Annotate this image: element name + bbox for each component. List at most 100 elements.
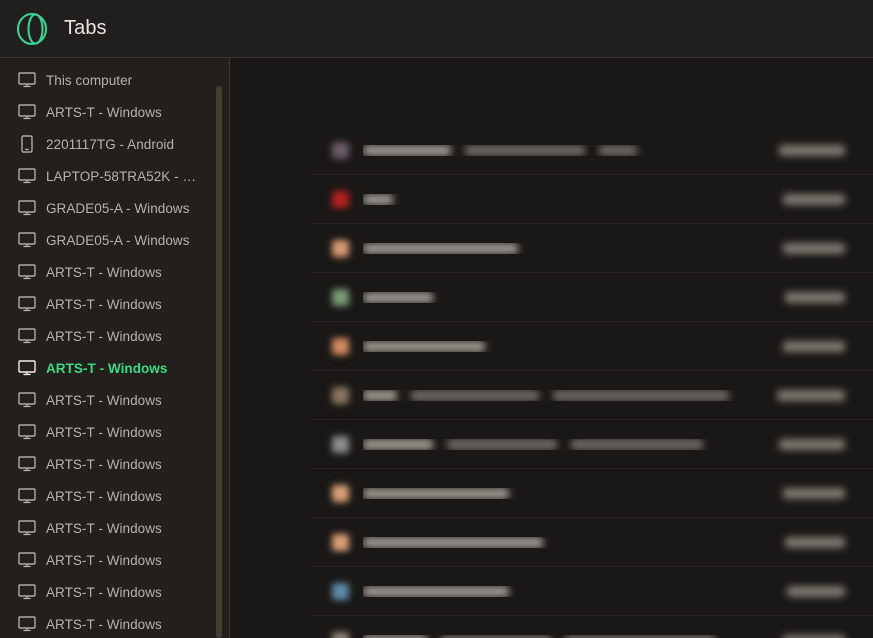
sidebar-item-desktop-16[interactable]: ARTS-T - Windows [0, 576, 229, 608]
blurred-text-segment [787, 585, 845, 597]
tab-title-blurred [363, 144, 755, 156]
sidebar-item-desktop-7[interactable]: ARTS-T - Windows [0, 288, 229, 320]
page-title: Tabs [64, 17, 107, 39]
sidebar-scrollbar[interactable] [216, 86, 222, 638]
sidebar-item-desktop-12[interactable]: ARTS-T - Windows [0, 448, 229, 480]
favicon-icon [332, 337, 349, 355]
favicon-icon [332, 190, 349, 208]
tab-row[interactable] [310, 567, 873, 616]
sidebar-item-label: ARTS-T - Windows [46, 616, 162, 632]
sidebar-item-desktop-6[interactable]: ARTS-T - Windows [0, 256, 229, 288]
opera-o-logo-icon [14, 11, 50, 47]
blurred-text-segment [363, 242, 518, 254]
phone-icon [16, 133, 38, 155]
blurred-text-segment [599, 144, 637, 156]
sidebar-item-desktop-14[interactable]: ARTS-T - Windows [0, 512, 229, 544]
favicon-icon [332, 386, 349, 404]
tab-timestamp-blurred [755, 389, 845, 401]
sidebar-item-desktop-13[interactable]: ARTS-T - Windows [0, 480, 229, 512]
favicon-icon [332, 582, 349, 600]
tab-row[interactable] [310, 273, 873, 322]
tab-row[interactable] [310, 518, 873, 567]
tab-row[interactable] [310, 175, 873, 224]
monitor-icon [16, 421, 38, 443]
tab-row[interactable] [310, 616, 873, 638]
sidebar-item-desktop-9[interactable]: ARTS-T - Windows [0, 352, 229, 384]
monitor-icon [16, 165, 38, 187]
monitor-icon [16, 613, 38, 635]
sidebar-item-label: GRADE05-A - Windows [46, 200, 190, 216]
blurred-text-segment [363, 340, 485, 352]
blurred-text-segment [565, 634, 715, 638]
window-body: This computer ARTS-T - Windows 2201117TG -… [0, 58, 873, 638]
sidebar-item-label: ARTS-T - Windows [46, 520, 162, 536]
tab-timestamp-blurred [755, 487, 845, 499]
tab-timestamp-blurred [755, 438, 845, 450]
monitor-icon [16, 69, 38, 91]
blurred-text-segment [363, 438, 433, 450]
sidebar-item-desktop-11[interactable]: ARTS-T - Windows [0, 416, 229, 448]
tab-title-blurred [363, 242, 755, 254]
monitor-icon [16, 325, 38, 347]
tab-timestamp-blurred [755, 340, 845, 352]
devices-sidebar: This computer ARTS-T - Windows 2201117TG -… [0, 58, 230, 638]
sidebar-item-desktop-15[interactable]: ARTS-T - Windows [0, 544, 229, 576]
sidebar-item-desktop-5[interactable]: GRADE05-A - Windows [0, 224, 229, 256]
blurred-text-segment [783, 193, 845, 205]
opera-tabs-window: Tabs This computer ARTS-T - Windows 220111… [0, 0, 873, 638]
blurred-text-segment [363, 536, 543, 548]
sidebar-item-desktop-10[interactable]: ARTS-T - Windows [0, 384, 229, 416]
sidebar-item-desktop-3[interactable]: LAPTOP-58TRA52K - Wi... [0, 160, 229, 192]
blurred-text-segment [783, 340, 845, 352]
tab-title-blurred [363, 634, 755, 638]
sidebar-item-desktop-0[interactable]: This computer [0, 64, 229, 96]
sidebar-item-desktop-8[interactable]: ARTS-T - Windows [0, 320, 229, 352]
monitor-icon [16, 229, 38, 251]
tab-row[interactable] [310, 224, 873, 273]
sidebar-item-label: ARTS-T - Windows [46, 328, 162, 344]
sidebar-item-label: ARTS-T - Windows [46, 552, 162, 568]
favicon-icon [332, 484, 349, 502]
tab-row[interactable] [310, 322, 873, 371]
tab-row[interactable] [310, 420, 873, 469]
blurred-text-segment [571, 438, 703, 450]
tab-title-blurred [363, 536, 755, 548]
favicon-icon [332, 533, 349, 551]
tab-timestamp-blurred [755, 242, 845, 254]
blurred-text-segment [465, 144, 585, 156]
tab-timestamp-blurred [755, 144, 845, 156]
blurred-text-segment [783, 487, 845, 499]
tab-title-blurred [363, 193, 755, 205]
tab-row[interactable] [310, 126, 873, 175]
sidebar-item-desktop-17[interactable]: ARTS-T - Windows [0, 608, 229, 638]
blurred-text-segment [783, 634, 845, 638]
blurred-text-segment [447, 438, 557, 450]
monitor-icon [16, 293, 38, 315]
monitor-icon [16, 485, 38, 507]
favicon-icon [332, 631, 349, 638]
sidebar-item-mobile-2[interactable]: 2201117TG - Android [0, 128, 229, 160]
sidebar-item-label: ARTS-T - Windows [46, 296, 162, 312]
tab-timestamp-blurred [755, 291, 845, 303]
blurred-text-segment [785, 291, 845, 303]
blurred-text-segment [777, 389, 845, 401]
tab-title-blurred [363, 438, 755, 450]
window-header: Tabs [0, 0, 873, 58]
tab-timestamp-blurred [755, 193, 845, 205]
tab-title-blurred [363, 291, 755, 303]
sidebar-item-label: This computer [46, 72, 133, 88]
sidebar-item-label: LAPTOP-58TRA52K - Wi... [46, 168, 204, 184]
monitor-icon [16, 101, 38, 123]
monitor-icon [16, 549, 38, 571]
monitor-icon [16, 453, 38, 475]
sidebar-item-desktop-4[interactable]: GRADE05-A - Windows [0, 192, 229, 224]
sidebar-item-label: ARTS-T - Windows [46, 264, 162, 280]
tab-list [310, 126, 873, 638]
tab-row[interactable] [310, 469, 873, 518]
sidebar-item-desktop-1[interactable]: ARTS-T - Windows [0, 96, 229, 128]
tab-row[interactable] [310, 371, 873, 420]
blurred-text-segment [441, 634, 551, 638]
blurred-text-segment [363, 193, 393, 205]
sidebar-item-label: 2201117TG - Android [46, 136, 175, 152]
tab-title-blurred [363, 585, 755, 597]
